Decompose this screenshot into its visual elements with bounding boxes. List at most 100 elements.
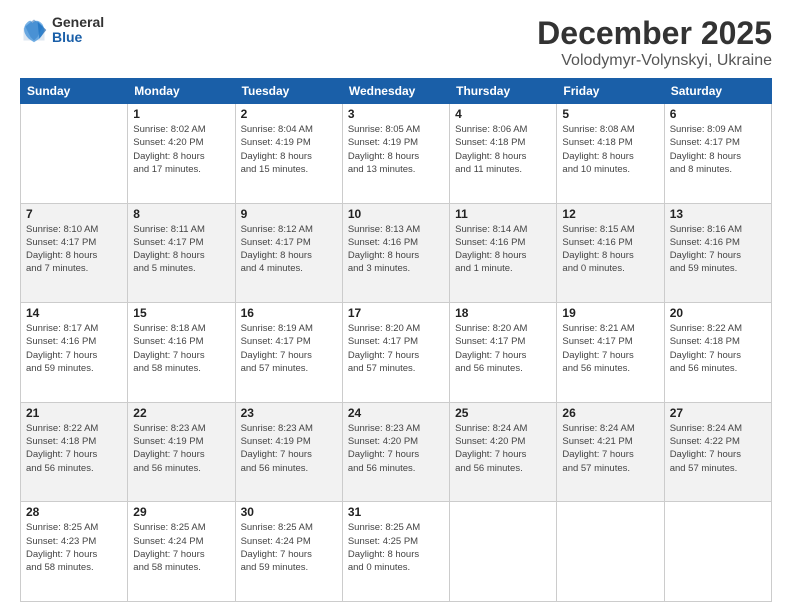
location-title: Volodymyr-Volynskyi, Ukraine [537,52,772,70]
table-cell: 16 Sunrise: 8:19 AMSunset: 4:17 PMDayligh… [235,303,342,403]
week-row-4: 21Sunrise: 8:22 AMSunset: 4:18 PMDayligh… [21,402,772,502]
day-info: Sunrise: 8:20 AMSunset: 4:17 PMDaylight:… [348,322,444,375]
table-cell: 8Sunrise: 8:11 AMSunset: 4:17 PMDaylight… [128,203,235,303]
title-block: December 2025 Volodymyr-Volynskyi, Ukrai… [537,15,772,70]
table-cell: 25Sunrise: 8:24 AMSunset: 4:20 PMDayligh… [450,402,557,502]
day-info: Sunrise: 8:15 AMSunset: 4:16 PMDaylight:… [562,223,658,276]
day-info: Sunrise: 8:17 AMSunset: 4:16 PMDaylight:… [26,322,122,375]
table-cell: 15 Sunrise: 8:18 AMSunset: 4:16 PMDayligh… [128,303,235,403]
logo-icon [20,16,48,44]
header-monday: Monday [128,79,235,104]
table-cell [557,502,664,602]
table-cell: 12 Sunrise: 8:15 AMSunset: 4:16 PMDayligh… [557,203,664,303]
day-number: 2 [241,107,337,121]
day-number: 17 [348,306,444,320]
table-cell: 20 Sunrise: 8:22 AMSunset: 4:18 PMDayligh… [664,303,771,403]
table-cell: 28 Sunrise: 8:25 AMSunset: 4:23 PMDayligh… [21,502,128,602]
day-number: 11 [455,207,551,221]
weekday-header-row: Sunday Monday Tuesday Wednesday Thursday… [21,79,772,104]
day-info: Sunrise: 8:02 AMSunset: 4:20 PMDaylight:… [133,123,229,176]
day-info: Sunrise: 8:22 AMSunset: 4:18 PMDaylight:… [26,422,122,475]
table-cell: 30Sunrise: 8:25 AMSunset: 4:24 PMDayligh… [235,502,342,602]
logo-general-text: General [52,15,104,30]
day-number: 9 [241,207,337,221]
header-wednesday: Wednesday [342,79,449,104]
table-cell: 29Sunrise: 8:25 AMSunset: 4:24 PMDayligh… [128,502,235,602]
header-friday: Friday [557,79,664,104]
day-info: Sunrise: 8:25 AMSunset: 4:23 PMDaylight:… [26,521,122,574]
day-number: 24 [348,406,444,420]
day-number: 22 [133,406,229,420]
table-cell: 27Sunrise: 8:24 AMSunset: 4:22 PMDayligh… [664,402,771,502]
header-sunday: Sunday [21,79,128,104]
header-saturday: Saturday [664,79,771,104]
header-thursday: Thursday [450,79,557,104]
table-cell: 19 Sunrise: 8:21 AMSunset: 4:17 PMDayligh… [557,303,664,403]
day-info: Sunrise: 8:23 AMSunset: 4:19 PMDaylight:… [133,422,229,475]
day-number: 19 [562,306,658,320]
day-info: Sunrise: 8:08 AMSunset: 4:18 PMDaylight:… [562,123,658,176]
day-info: Sunrise: 8:11 AMSunset: 4:17 PMDaylight:… [133,223,229,276]
day-info: Sunrise: 8:22 AMSunset: 4:18 PMDaylight:… [670,322,766,375]
table-cell: 11 Sunrise: 8:14 AMSunset: 4:16 PMDayligh… [450,203,557,303]
week-row-2: 7 Sunrise: 8:10 AMSunset: 4:17 PMDaylight… [21,203,772,303]
day-info: Sunrise: 8:23 AMSunset: 4:20 PMDaylight:… [348,422,444,475]
day-number: 15 [133,306,229,320]
day-info: Sunrise: 8:06 AMSunset: 4:18 PMDaylight:… [455,123,551,176]
day-info: Sunrise: 8:18 AMSunset: 4:16 PMDaylight:… [133,322,229,375]
table-cell: 7 Sunrise: 8:10 AMSunset: 4:17 PMDaylight… [21,203,128,303]
month-title: December 2025 [537,15,772,52]
table-cell: 26 Sunrise: 8:24 AMSunset: 4:21 PMDayligh… [557,402,664,502]
table-cell: 6 Sunrise: 8:09 AMSunset: 4:17 PMDaylight… [664,104,771,204]
day-info: Sunrise: 8:21 AMSunset: 4:17 PMDaylight:… [562,322,658,375]
day-number: 6 [670,107,766,121]
table-cell: 22 Sunrise: 8:23 AMSunset: 4:19 PMDayligh… [128,402,235,502]
day-number: 27 [670,406,766,420]
week-row-3: 14 Sunrise: 8:17 AMSunset: 4:16 PMDayligh… [21,303,772,403]
table-cell: 24 Sunrise: 8:23 AMSunset: 4:20 PMDayligh… [342,402,449,502]
table-cell: 21Sunrise: 8:22 AMSunset: 4:18 PMDayligh… [21,402,128,502]
day-info: Sunrise: 8:25 AMSunset: 4:25 PMDaylight:… [348,521,444,574]
day-number: 30 [241,505,337,519]
table-cell: 31Sunrise: 8:25 AMSunset: 4:25 PMDayligh… [342,502,449,602]
week-row-1: 1 Sunrise: 8:02 AMSunset: 4:20 PMDaylight… [21,104,772,204]
table-cell [21,104,128,204]
day-number: 12 [562,207,658,221]
table-cell: 10 Sunrise: 8:13 AMSunset: 4:16 PMDayligh… [342,203,449,303]
day-info: Sunrise: 8:24 AMSunset: 4:21 PMDaylight:… [562,422,658,475]
day-number: 28 [26,505,122,519]
header: General Blue December 2025 Volodymyr-Vol… [20,15,772,70]
day-number: 13 [670,207,766,221]
day-number: 29 [133,505,229,519]
header-tuesday: Tuesday [235,79,342,104]
day-info: Sunrise: 8:14 AMSunset: 4:16 PMDaylight:… [455,223,551,276]
table-cell [664,502,771,602]
logo-blue-text: Blue [52,30,104,45]
day-info: Sunrise: 8:04 AMSunset: 4:19 PMDaylight:… [241,123,337,176]
day-info: Sunrise: 8:13 AMSunset: 4:16 PMDaylight:… [348,223,444,276]
day-number: 3 [348,107,444,121]
day-number: 14 [26,306,122,320]
day-info: Sunrise: 8:23 AMSunset: 4:19 PMDaylight:… [241,422,337,475]
day-info: Sunrise: 8:12 AMSunset: 4:17 PMDaylight:… [241,223,337,276]
day-info: Sunrise: 8:05 AMSunset: 4:19 PMDaylight:… [348,123,444,176]
day-info: Sunrise: 8:20 AMSunset: 4:17 PMDaylight:… [455,322,551,375]
day-number: 26 [562,406,658,420]
day-info: Sunrise: 8:19 AMSunset: 4:17 PMDaylight:… [241,322,337,375]
day-info: Sunrise: 8:09 AMSunset: 4:17 PMDaylight:… [670,123,766,176]
day-number: 16 [241,306,337,320]
week-row-5: 28 Sunrise: 8:25 AMSunset: 4:23 PMDayligh… [21,502,772,602]
logo: General Blue [20,15,104,46]
page: General Blue December 2025 Volodymyr-Vol… [0,0,792,612]
day-info: Sunrise: 8:16 AMSunset: 4:16 PMDaylight:… [670,223,766,276]
day-number: 1 [133,107,229,121]
calendar-table: Sunday Monday Tuesday Wednesday Thursday… [20,78,772,602]
day-info: Sunrise: 8:10 AMSunset: 4:17 PMDaylight:… [26,223,122,276]
table-cell: 14 Sunrise: 8:17 AMSunset: 4:16 PMDayligh… [21,303,128,403]
day-number: 20 [670,306,766,320]
table-cell: 18Sunrise: 8:20 AMSunset: 4:17 PMDayligh… [450,303,557,403]
day-number: 10 [348,207,444,221]
day-number: 25 [455,406,551,420]
table-cell [450,502,557,602]
day-number: 7 [26,207,122,221]
